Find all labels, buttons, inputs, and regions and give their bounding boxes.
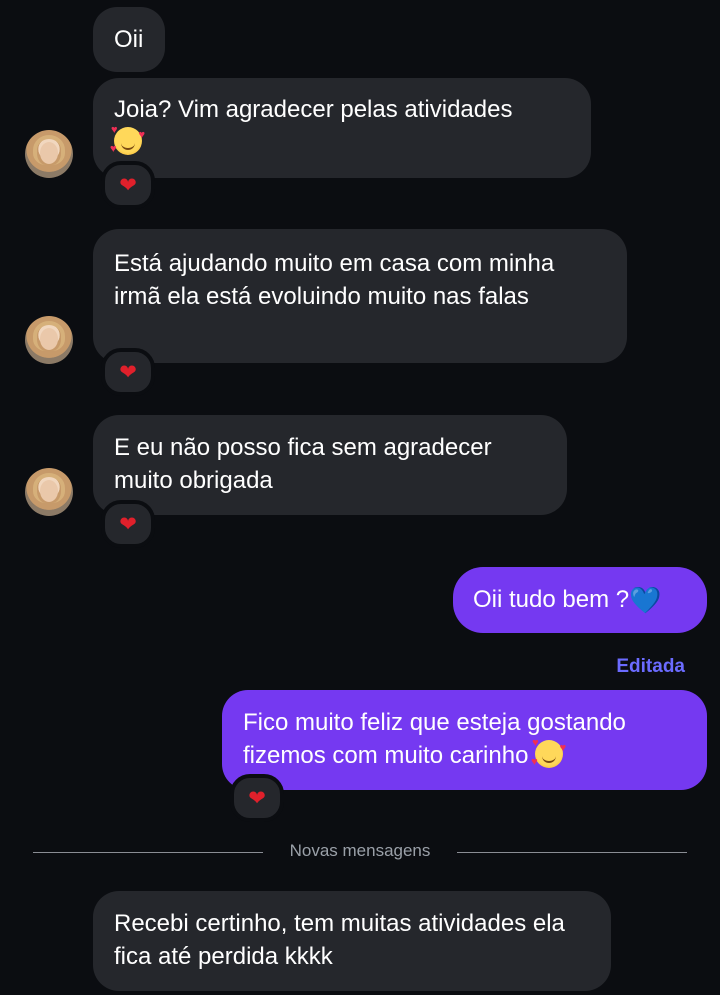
- divider-label: Novas mensagens: [281, 841, 439, 860]
- heart-icon: ❤: [119, 360, 137, 384]
- blue-heart-icon: 💙: [629, 585, 662, 615]
- reaction-heart[interactable]: ❤: [101, 161, 155, 209]
- reaction-heart[interactable]: ❤: [101, 348, 155, 396]
- new-messages-divider: Novas mensagens: [0, 841, 720, 861]
- message-text: Joia? Vim agradecer pelas atividades: [114, 96, 513, 123]
- smiling-face-with-hearts-icon: ♥ ♥ ♥: [110, 124, 145, 155]
- heart-icon: ❤: [248, 786, 266, 810]
- edited-label: Editada: [616, 656, 685, 677]
- heart-icon: ❤: [119, 512, 137, 536]
- message-bubble-outgoing[interactable]: Oii tudo bem ?💙: [453, 567, 707, 633]
- message-bubble-outgoing[interactable]: Fico muito feliz que esteja gostando fiz…: [222, 690, 707, 790]
- avatar[interactable]: [25, 130, 73, 178]
- message-text: Recebi certinho, tem muitas atividades e…: [114, 910, 565, 970]
- avatar[interactable]: [25, 316, 73, 364]
- message-text: Oii: [114, 26, 144, 53]
- message-text: E eu não posso fica sem agradecer muito …: [114, 434, 492, 494]
- message-bubble-incoming[interactable]: Oii: [93, 7, 165, 72]
- avatar[interactable]: [25, 468, 73, 516]
- message-bubble-incoming[interactable]: Está ajudando muito em casa com minha ir…: [93, 229, 627, 363]
- heart-icon: ❤: [119, 173, 137, 197]
- message-bubble-incoming[interactable]: Joia? Vim agradecer pelas atividades ♥ ♥ ♥: [93, 78, 591, 178]
- message-text: Fico muito feliz que esteja gostando fiz…: [243, 709, 626, 769]
- message-bubble-incoming[interactable]: Recebi certinho, tem muitas atividades e…: [93, 891, 611, 991]
- reaction-heart[interactable]: ❤: [101, 500, 155, 548]
- message-text: Está ajudando muito em casa com minha ir…: [114, 250, 555, 310]
- message-text: Oii tudo bem ?: [473, 586, 630, 613]
- message-bubble-incoming[interactable]: E eu não posso fica sem agradecer muito …: [93, 415, 567, 515]
- reaction-heart[interactable]: ❤: [230, 774, 284, 822]
- smiling-face-with-hearts-icon: ♥ ♥ ♥: [531, 737, 567, 768]
